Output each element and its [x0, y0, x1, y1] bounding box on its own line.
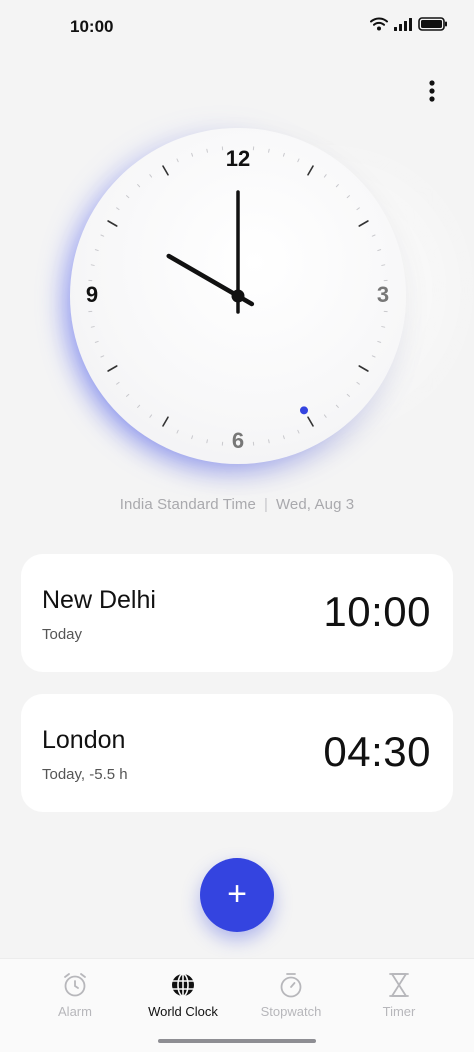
- nav-label: Timer: [382, 1004, 416, 1019]
- signal-icon: [394, 17, 412, 31]
- minute-tick: [282, 152, 285, 157]
- minute-tick: [297, 429, 300, 434]
- minute-tick: [149, 174, 153, 178]
- minute-tick: [381, 326, 386, 328]
- minute-tick: [191, 435, 194, 440]
- more-vertical-icon: [429, 80, 435, 102]
- home-indicator: [158, 1039, 316, 1043]
- nav-item-alarm[interactable]: Alarm: [20, 971, 130, 1019]
- nav-label: World Clock: [148, 1004, 218, 1019]
- minute-tick: [100, 234, 105, 237]
- city-time: 04:30: [323, 728, 431, 775]
- hour-tick: [307, 416, 314, 427]
- nav-label: Alarm: [58, 1004, 92, 1019]
- hour-tick: [307, 165, 314, 176]
- minute-tick: [116, 207, 120, 211]
- minute-tick: [377, 249, 382, 252]
- clock-dial: 12 3 6 9: [86, 146, 389, 453]
- city-day-offset: Today, -5.5 h: [42, 766, 128, 783]
- plus-icon: +: [227, 874, 247, 913]
- city-card-new-delhi[interactable]: New Delhi Today 10:00: [21, 554, 453, 672]
- minute-tick: [149, 414, 153, 418]
- minute-tick: [191, 152, 194, 157]
- minute-tick: [335, 404, 339, 408]
- status-bar: 10:00: [0, 0, 474, 56]
- add-city-button[interactable]: +: [200, 858, 274, 932]
- minute-tick: [94, 340, 99, 343]
- minute-tick: [206, 148, 208, 153]
- bottom-nav: Alarm World Clock Stopwatch Timer: [0, 958, 474, 1052]
- minute-tick: [206, 439, 208, 444]
- minute-tick: [377, 340, 382, 343]
- clock-center-pin: [231, 289, 245, 303]
- minute-tick: [268, 439, 270, 444]
- city-time: 10:00: [323, 588, 431, 635]
- minute-tick: [381, 264, 386, 266]
- minute-tick: [90, 326, 95, 328]
- stopwatch-icon: [280, 973, 302, 998]
- globe-icon: [172, 973, 194, 997]
- timezone-date: Wed, Aug 3: [275, 496, 355, 513]
- numeral-12: 12: [226, 146, 250, 171]
- hour-tick: [107, 220, 118, 227]
- second-indicator: [300, 406, 308, 415]
- minute-tick: [94, 249, 99, 252]
- timezone-info: India Standard Time | Wed, Aug 3: [0, 496, 474, 513]
- numeral-3: 3: [377, 282, 389, 307]
- city-name: London: [42, 726, 126, 754]
- status-time: 10:00: [70, 17, 114, 36]
- numeral-6: 6: [232, 428, 244, 453]
- minute-tick: [126, 195, 130, 199]
- city-day-offset: Today: [42, 626, 83, 643]
- minute-tick: [282, 435, 285, 440]
- minute-tick: [137, 404, 141, 408]
- hour-tick: [358, 220, 369, 227]
- minute-tick: [335, 184, 339, 188]
- minute-tick: [268, 148, 270, 153]
- status-icons: [370, 17, 448, 31]
- minute-tick: [346, 195, 350, 199]
- minute-tick: [356, 381, 360, 385]
- hour-tick: [107, 365, 118, 372]
- battery-icon: [418, 17, 447, 31]
- analog-clock: 12 3 6 9: [40, 110, 474, 490]
- alarm-icon: [64, 973, 86, 997]
- numeral-9: 9: [86, 282, 98, 307]
- nav-label: Stopwatch: [260, 1004, 322, 1019]
- minute-tick: [346, 393, 350, 397]
- minute-tick: [176, 158, 179, 163]
- minute-tick: [126, 393, 130, 397]
- minute-tick: [323, 414, 327, 418]
- city-name: New Delhi: [42, 586, 156, 614]
- minute-tick: [116, 381, 120, 385]
- minute-tick: [137, 184, 141, 188]
- minute-tick: [176, 429, 179, 434]
- hour-tick: [162, 165, 169, 176]
- timezone-separator: |: [263, 496, 268, 513]
- minute-tick: [323, 174, 327, 178]
- minute-tick: [297, 158, 300, 163]
- hour-tick: [162, 416, 169, 427]
- minute-tick: [356, 207, 360, 211]
- timezone-name: India Standard Time: [119, 496, 256, 513]
- hour-tick: [358, 365, 369, 372]
- nav-item-stopwatch[interactable]: Stopwatch: [236, 971, 346, 1019]
- minute-tick: [100, 355, 105, 358]
- nav-item-world-clock[interactable]: World Clock: [128, 971, 238, 1019]
- nav-item-timer[interactable]: Timer: [344, 971, 454, 1019]
- minute-tick: [90, 264, 95, 266]
- city-card-london[interactable]: London Today, -5.5 h 04:30: [21, 694, 453, 812]
- minute-tick: [371, 355, 376, 358]
- minute-tick: [371, 234, 376, 237]
- more-options-button[interactable]: [420, 76, 444, 106]
- wifi-icon: [370, 17, 388, 31]
- clock-face: 12 3 6 9: [70, 128, 406, 464]
- hourglass-icon: [389, 973, 409, 997]
